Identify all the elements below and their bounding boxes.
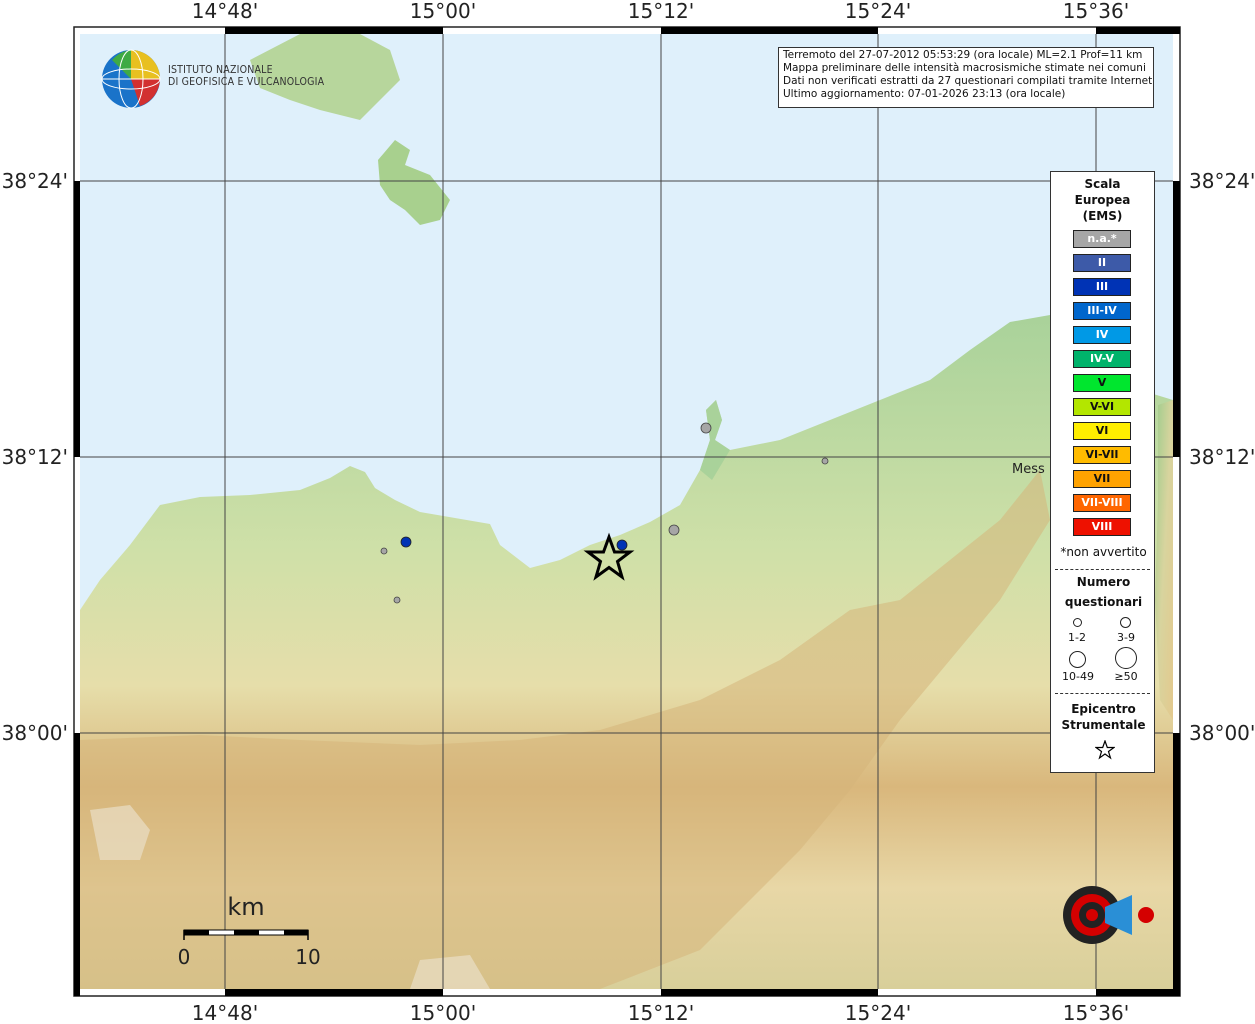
x-tick-bottom-2: 15°00' bbox=[410, 1001, 476, 1024]
legend-swatch-v: V bbox=[1073, 374, 1131, 392]
legend-swatch-viii: VIII bbox=[1073, 518, 1131, 536]
y-tick-right-2: 38°12' bbox=[1189, 445, 1255, 469]
legend-note: *non avvertito bbox=[1060, 545, 1147, 559]
legend-title: Scala Europea (EMS) bbox=[1051, 176, 1154, 224]
x-tick-top-4: 15°24' bbox=[845, 0, 911, 23]
legend-separator bbox=[1055, 693, 1150, 694]
scale-unit: km bbox=[227, 893, 264, 921]
x-tick-top-5: 15°36' bbox=[1063, 0, 1129, 23]
epicenter-title-line1: Epicentro bbox=[1071, 702, 1136, 716]
legend-swatch-vi: VI bbox=[1073, 422, 1131, 440]
count-label-3-9: 3-9 bbox=[1117, 631, 1135, 644]
legend-swatch-vii: VII bbox=[1073, 470, 1131, 488]
y-tick-right-3: 38°00' bbox=[1189, 721, 1255, 745]
x-tick-top-2: 15°00' bbox=[410, 0, 476, 23]
ingv-logo-text: ISTITUTO NAZIONALE DI GEOFISICA E VULCAN… bbox=[168, 64, 324, 88]
ingv-line2: DI GEOFISICA E VULCANOLOGIA bbox=[168, 76, 325, 88]
intensity-point-na[interactable] bbox=[380, 547, 388, 555]
ingv-logo-icon bbox=[101, 49, 161, 109]
legend-swatch-iv-v: IV-V bbox=[1073, 350, 1131, 368]
y-tick-right-1: 38°24' bbox=[1189, 169, 1255, 193]
intensity-point-na[interactable] bbox=[700, 422, 712, 434]
event-info-line3: Dati non verificati estratti da 27 quest… bbox=[783, 75, 1154, 87]
count-symbol-50plus bbox=[1115, 647, 1137, 669]
legend-swatch-ii: II bbox=[1073, 254, 1131, 272]
intensity-point-na[interactable] bbox=[393, 596, 401, 604]
count-title-line2: questionari bbox=[1064, 595, 1143, 609]
scale-end: 10 bbox=[295, 945, 320, 969]
x-tick-top-1: 14°48' bbox=[192, 0, 258, 23]
city-label-messina: Mess bbox=[1012, 462, 1045, 477]
legend-title-line3: (EMS) bbox=[1082, 209, 1123, 223]
ingv-line1: ISTITUTO NAZIONALE bbox=[168, 64, 273, 76]
y-tick-left-3: 38°00' bbox=[2, 721, 68, 745]
intensity-point-na[interactable] bbox=[668, 524, 680, 536]
intensity-point-iii[interactable] bbox=[616, 539, 628, 551]
event-info-line1: Terremoto del 27-07-2012 05:53:29 (ora l… bbox=[783, 49, 1143, 61]
y-tick-left-2: 38°12' bbox=[2, 445, 68, 469]
legend-swatch-iv: IV bbox=[1073, 326, 1131, 344]
count-symbol-3-9 bbox=[1120, 617, 1131, 628]
x-tick-bottom-5: 15°36' bbox=[1063, 1001, 1129, 1024]
legend-swatch-iii: III bbox=[1073, 278, 1131, 296]
legend-swatch-vii-viii: VII-VIII bbox=[1073, 494, 1131, 512]
x-tick-bottom-3: 15°12' bbox=[628, 1001, 694, 1024]
x-tick-bottom-1: 14°48' bbox=[192, 1001, 258, 1024]
y-tick-left-1: 38°24' bbox=[2, 169, 68, 193]
count-label-1-2: 1-2 bbox=[1068, 631, 1086, 644]
ems-legend: Scala Europea (EMS) n.a.* II III III-IV IV IV… bbox=[1050, 171, 1155, 773]
legend-swatch-iii-iv: III-IV bbox=[1073, 302, 1131, 320]
scale-start: 0 bbox=[178, 945, 191, 969]
epicenter-legend-star-icon bbox=[1095, 740, 1115, 760]
x-tick-bottom-4: 15°24' bbox=[845, 1001, 911, 1024]
event-info-box: Terremoto del 27-07-2012 05:53:29 (ora l… bbox=[778, 47, 1154, 108]
event-info-line4: Ultimo aggiornamento: 07-01-2026 23:13 (… bbox=[783, 88, 1066, 100]
x-tick-top-3: 15°12' bbox=[628, 0, 694, 23]
epicenter-title-line2: Strumentale bbox=[1061, 718, 1146, 732]
legend-title-line1: Scala bbox=[1084, 177, 1121, 191]
intensity-point-iii[interactable] bbox=[400, 536, 412, 548]
legend-swatch-n-a-: n.a.* bbox=[1073, 230, 1131, 248]
count-label-50plus: ≥50 bbox=[1114, 670, 1138, 683]
legend-swatch-vi-vii: VI-VII bbox=[1073, 446, 1131, 464]
event-info-line2: Mappa preliminare delle intensità macros… bbox=[783, 62, 1146, 74]
legend-swatch-v-vi: V-VI bbox=[1073, 398, 1131, 416]
count-symbol-1-2 bbox=[1073, 618, 1082, 627]
count-symbol-10-49 bbox=[1069, 651, 1086, 668]
intensity-point-na[interactable] bbox=[821, 457, 829, 465]
legend-title-line2: Europea bbox=[1074, 193, 1131, 207]
count-title-line1: Numero bbox=[1076, 575, 1131, 589]
count-label-10-49: 10-49 bbox=[1062, 670, 1094, 683]
legend-separator bbox=[1055, 569, 1150, 570]
